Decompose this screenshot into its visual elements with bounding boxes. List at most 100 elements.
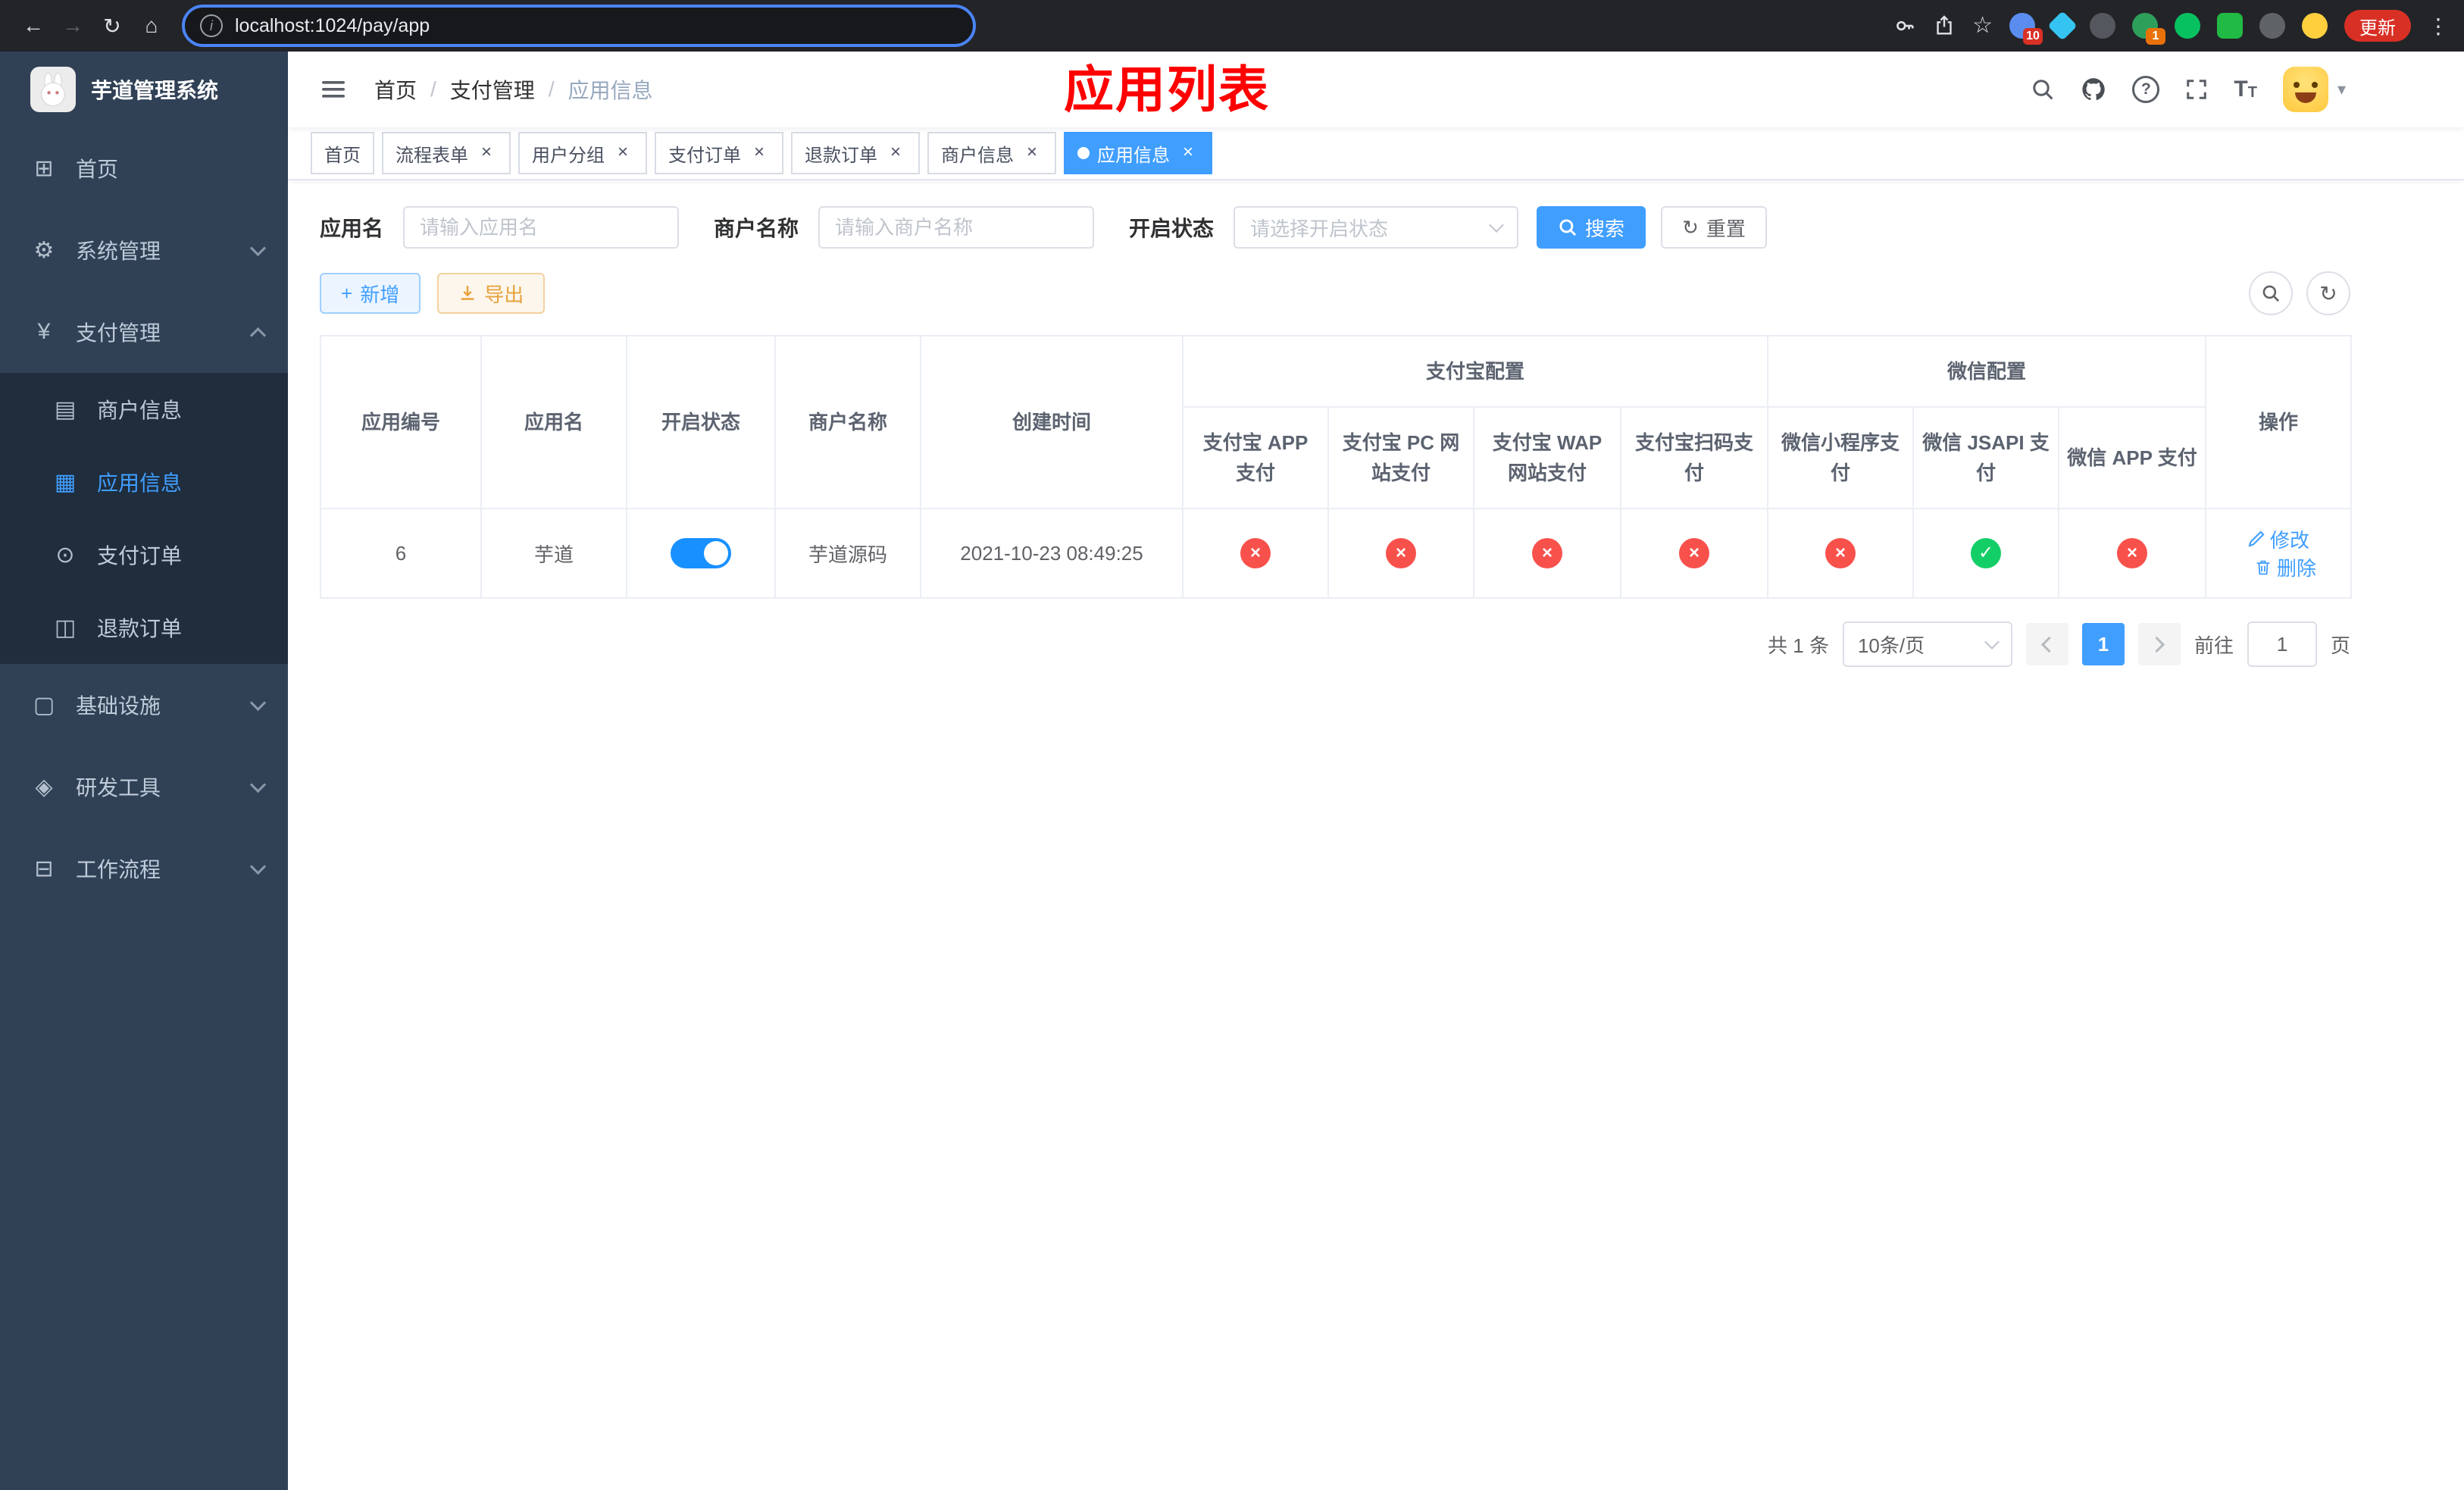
help-icon[interactable]: ? [2132,76,2160,103]
cell-alipay-wap: × [1473,508,1621,599]
pagination-total: 共 1 条 [1768,634,1829,657]
tab-pay-order[interactable]: 支付订单 × [655,132,783,174]
gear-icon: ⚙ [33,237,55,263]
extension-icon[interactable] [2090,13,2115,39]
close-icon[interactable]: × [476,142,497,164]
browser-reload-icon[interactable]: ↻ [94,8,130,44]
column-header-alipay-pc: 支付宝 PC 网站支付 [1327,406,1474,509]
sidebar-item-dev-tools[interactable]: ◈ 研发工具 [0,746,288,828]
tab-app-info[interactable]: 应用信息 × [1064,132,1212,174]
cell-status [626,508,776,599]
close-icon[interactable]: × [612,142,633,164]
sidebar-item-label: 首页 [76,158,119,181]
sidebar-item-pay-order[interactable]: ⊙ 支付订单 [0,518,288,591]
hamburger-icon[interactable] [309,77,359,102]
extension-icon[interactable] [2175,13,2200,39]
extension-icon[interactable] [2217,13,2243,39]
delete-link[interactable]: 删除 [2254,553,2316,581]
edit-link[interactable]: 修改 [2247,525,2309,553]
chevron-down-icon [249,776,267,793]
browser-update-button[interactable]: 更新 [2344,10,2411,42]
column-header-alipay-wap: 支付宝 WAP 网站支付 [1473,406,1621,509]
browser-back-icon[interactable]: ← [15,8,52,44]
sidebar: 芋道管理系统 ⊞ 首页 ⚙ 系统管理 ¥ 支付管理 ▤ 商户信息 ▦ 应用信息 … [0,52,288,1490]
extension-icon[interactable]: 10 [2009,13,2043,45]
search-icon[interactable] [2031,77,2055,102]
sidebar-item-infrastructure[interactable]: ▢ 基础设施 [0,664,288,746]
search-button[interactable]: 搜索 [1537,206,1646,249]
close-icon[interactable]: × [885,142,906,164]
tab-user-group[interactable]: 用户分组 × [518,132,647,174]
tab-home[interactable]: 首页 [311,132,374,174]
browser-home-icon[interactable]: ⌂ [133,8,170,44]
browser-forward-icon[interactable]: → [55,8,91,44]
address-bar[interactable]: i localhost:1024/pay/app [182,5,976,47]
browser-menu-icon[interactable]: ⋮ [2428,14,2449,39]
breadcrumb-separator: / [548,77,555,101]
current-page-button[interactable]: 1 [2081,623,2125,665]
column-header-created: 创建时间 [920,335,1184,509]
bookmark-star-icon[interactable]: ☆ [1972,14,1993,37]
extension-icon[interactable] [2047,11,2078,41]
cell-created: 2021-10-23 08:49:25 [920,508,1184,599]
chevron-down-icon [1984,634,2000,650]
sidebar-item-payment[interactable]: ¥ 支付管理 [0,291,288,373]
sidebar-item-system[interactable]: ⚙ 系统管理 [0,209,288,291]
page-size-select[interactable]: 10条/页 [1842,621,2012,667]
tab-process-form[interactable]: 流程表单 × [382,132,511,174]
export-button[interactable]: 导出 [437,273,546,314]
cell-wx-jsapi: ✓ [1912,508,2060,599]
app-name-input[interactable] [403,206,680,249]
tools-icon: ◈ [35,774,53,800]
close-icon[interactable]: × [749,142,770,164]
plus-icon: + [341,281,353,305]
prev-page-button[interactable] [2025,623,2068,665]
extension-icon[interactable] [2259,13,2285,39]
key-icon[interactable] [1893,14,1916,37]
merchant-name-input[interactable] [818,206,1095,249]
add-button[interactable]: + 新增 [320,273,421,314]
close-icon[interactable]: × [1021,142,1043,164]
app-frame: 芋道管理系统 ⊞ 首页 ⚙ 系统管理 ¥ 支付管理 ▤ 商户信息 ▦ 应用信息 … [0,52,2464,1490]
infra-icon: ▢ [33,692,55,718]
refresh-icon: ↻ [1682,215,1699,239]
column-group-alipay: 支付宝配置 [1181,335,1769,408]
refresh-table-button[interactable]: ↻ [2306,271,2350,315]
page-title: 应用列表 [1064,61,1270,117]
avatar-caret-icon[interactable]: ▾ [2337,80,2346,99]
sidebar-item-app-info[interactable]: ▦ 应用信息 [0,446,288,518]
tags-view-bar: 首页 流程表单 × 用户分组 × 支付订单 × 退款订单 × 商户信息 × 应用… [288,127,2464,180]
tab-merchant-info[interactable]: 商户信息 × [927,132,1056,174]
extension-icon[interactable]: 1 [2132,13,2165,45]
breadcrumb-payment[interactable]: 支付管理 [450,74,535,105]
screen: ← → ↻ ⌂ i localhost:1024/pay/app ☆ 10 1 … [0,0,2464,1490]
fullscreen-icon[interactable] [2185,78,2208,101]
breadcrumb: 首页 / 支付管理 / 应用信息 [374,74,653,105]
main-area: 首页 / 支付管理 / 应用信息 应用列表 ? T T ▾ 首页 流程表单 × … [288,52,2464,1490]
next-page-button[interactable] [2137,623,2181,665]
chevron-up-icon [249,327,267,343]
breadcrumb-home[interactable]: 首页 [374,74,417,105]
sidebar-item-refund-order[interactable]: ◫ 退款订单 [0,591,288,664]
navbar-actions: ? TT ▾ [2031,67,2464,112]
column-group-wechat: 微信配置 [1767,335,2207,408]
github-icon[interactable] [2081,77,2106,102]
close-icon[interactable]: × [1177,142,1199,164]
app-logo[interactable]: 芋道管理系统 [0,52,288,127]
enabled-toggle[interactable] [671,538,731,568]
sidebar-item-home[interactable]: ⊞ 首页 [0,127,288,209]
font-size-icon[interactable]: TT [2234,78,2257,102]
reset-button[interactable]: ↻ 重置 [1661,206,1767,249]
sidebar-item-workflow[interactable]: ⊟ 工作流程 [0,828,288,909]
sidebar-item-label: 基础设施 [76,694,161,718]
toggle-search-button[interactable] [2249,271,2293,315]
tab-refund-order[interactable]: 退款订单 × [791,132,920,174]
site-info-icon[interactable]: i [200,14,223,37]
goto-page-input[interactable] [2247,621,2317,667]
extension-icon[interactable] [2302,13,2328,39]
cell-wx-app: × [2058,508,2207,599]
sidebar-item-merchant-info[interactable]: ▤ 商户信息 [0,373,288,446]
user-avatar[interactable] [2282,67,2328,112]
status-select[interactable]: 请选择开启状态 [1234,206,1519,249]
share-icon[interactable] [1933,14,1956,37]
